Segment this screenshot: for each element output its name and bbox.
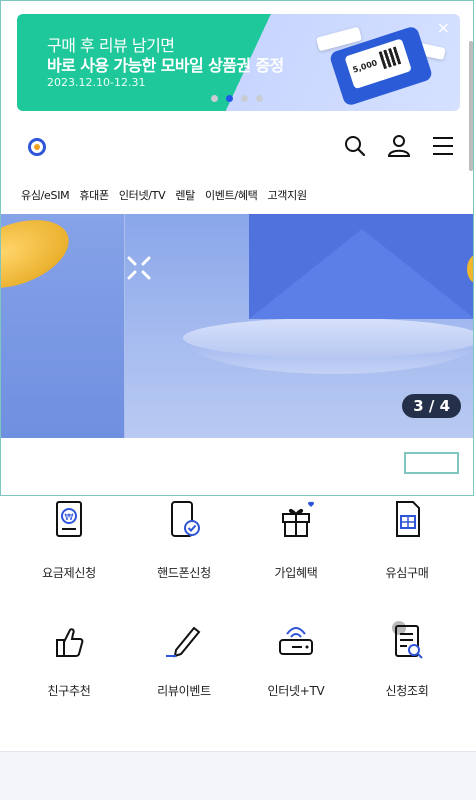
close-icon[interactable]: × [437, 18, 450, 37]
quick-menu: ₩ 요금제신청 핸드폰신청 가입혜택 유심구매 친구추천 리뷰이벤트 인터넷+T… [0, 496, 476, 751]
quick-menu-label: 리뷰이벤트 [157, 684, 211, 698]
carousel-dot[interactable] [256, 95, 263, 102]
hero-prev-panel [1, 214, 125, 438]
quick-menu-label: 신청조회 [385, 684, 429, 698]
quick-menu-label: 친구추천 [47, 684, 91, 698]
nav-item-rental[interactable]: 렌탈 [175, 187, 195, 203]
coin-illustration [1, 214, 78, 302]
outline-button[interactable] [404, 452, 459, 474]
gift-icon [282, 501, 314, 537]
quick-menu-label: 인터넷+TV [267, 684, 325, 698]
pencil-icon [166, 626, 201, 658]
clipboard-search-icon [392, 621, 423, 659]
sim-card-icon [396, 501, 420, 537]
main-frame: 구매 후 리뷰 남기면 바로 사용 가능한 모바일 상품권 증정 2023.12… [0, 0, 474, 496]
nav-item-support[interactable]: 고객지원 [267, 187, 307, 203]
svg-text:₩: ₩ [65, 513, 74, 523]
menu-icon[interactable] [431, 134, 455, 158]
promo-line2: 바로 사용 가능한 모바일 상품권 증정 [47, 56, 284, 75]
bottom-area [0, 751, 476, 800]
search-icon[interactable] [343, 134, 367, 158]
envelope-illustration [249, 214, 473, 319]
sparkle-icon [127, 256, 151, 280]
quick-menu-label: 핸드폰신청 [157, 566, 211, 580]
carousel-dot[interactable] [211, 95, 218, 102]
carousel-dots [211, 95, 263, 102]
quick-menu-label: 유심구매 [385, 566, 429, 580]
promo-period: 2023.12.10-12.31 [47, 76, 146, 89]
carousel-dot[interactable] [241, 95, 248, 102]
phone-check-icon [171, 501, 200, 537]
scrollbar[interactable] [469, 41, 473, 171]
thumbs-up-icon [56, 628, 84, 657]
hero-banner[interactable]: 3 / 4 [1, 214, 473, 438]
logo[interactable] [28, 138, 46, 156]
main-nav: 유심/eSIM 휴대폰 인터넷/TV 렌탈 이벤트/혜택 고객지원 [21, 187, 317, 203]
router-icon [279, 627, 313, 655]
quick-menu-label: 가입혜택 [274, 566, 318, 580]
nav-item-internet-tv[interactable]: 인터넷/TV [119, 187, 166, 203]
carousel-dot-active[interactable] [226, 95, 233, 102]
quick-menu-label: 요금제신청 [42, 566, 96, 580]
nav-item-usim[interactable]: 유심/eSIM [21, 187, 70, 203]
user-icon[interactable] [387, 134, 411, 158]
pedestal-illustration [183, 318, 473, 358]
slide-counter: 3 / 4 [402, 394, 461, 418]
plan-document-icon: ₩ [56, 501, 82, 537]
nav-item-events[interactable]: 이벤트/혜택 [205, 187, 258, 203]
nav-item-phone[interactable]: 휴대폰 [79, 187, 109, 203]
coupon-amount: 5,000 [351, 58, 379, 75]
